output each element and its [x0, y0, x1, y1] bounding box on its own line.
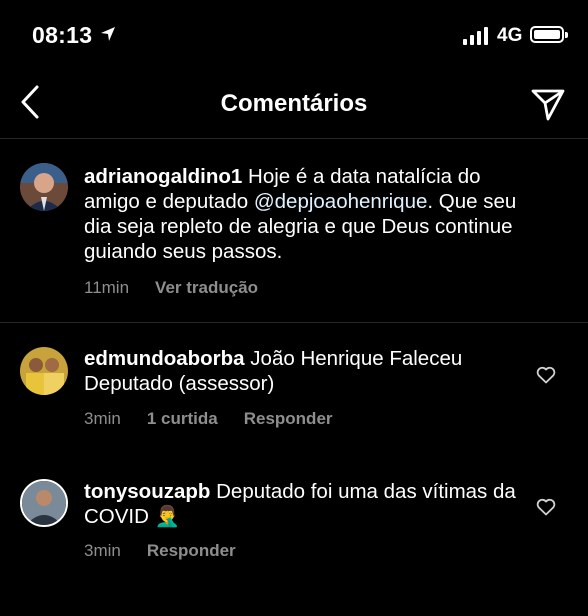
avatar[interactable] [20, 479, 68, 527]
status-bar: 08:13 4G [0, 0, 588, 70]
comment-text: adrianogaldino1 Hoje é a data natalícia … [84, 164, 528, 264]
header-divider [0, 138, 588, 139]
network-type: 4G [497, 25, 523, 46]
location-arrow-icon [101, 27, 115, 41]
facepalm-emoji: 🤦‍♂️ [154, 505, 181, 528]
comment-text: edmundoaborba João Henrique Faleceu Depu… [84, 346, 528, 396]
mention-link[interactable]: @depjoaohenrique [254, 190, 428, 213]
avatar[interactable] [20, 347, 68, 395]
avatar[interactable] [20, 163, 68, 211]
likes-count[interactable]: 1 curtida [147, 409, 218, 429]
comment-meta: 3min 1 curtida Responder [84, 409, 333, 429]
direct-message-icon[interactable] [530, 86, 566, 122]
status-time: 08:13 [32, 22, 93, 48]
reply-button[interactable]: Responder [244, 409, 333, 429]
battery-icon [530, 26, 568, 43]
comment-username[interactable]: tonysouzapb [84, 480, 210, 503]
like-heart-icon[interactable] [536, 498, 556, 516]
reply-button[interactable]: Responder [147, 541, 236, 561]
comment-time: 3min [84, 541, 121, 560]
page-title: Comentários [220, 90, 368, 117]
header: Comentários [0, 70, 588, 138]
signal-bars-icon [463, 27, 488, 45]
comment-username[interactable]: adrianogaldino1 [84, 165, 242, 188]
caption-divider [0, 322, 588, 323]
comment-meta: 11min Ver tradução [84, 278, 258, 298]
comment-username[interactable]: edmundoaborba [84, 347, 245, 370]
like-heart-icon[interactable] [536, 366, 556, 384]
comment-time: 3min [84, 409, 121, 428]
comment-meta: 3min Responder [84, 541, 236, 561]
translate-button[interactable]: Ver tradução [155, 278, 258, 298]
comment-time: 11min [84, 278, 130, 297]
comment-text: tonysouzapb Deputado foi uma das vítimas… [84, 479, 528, 529]
